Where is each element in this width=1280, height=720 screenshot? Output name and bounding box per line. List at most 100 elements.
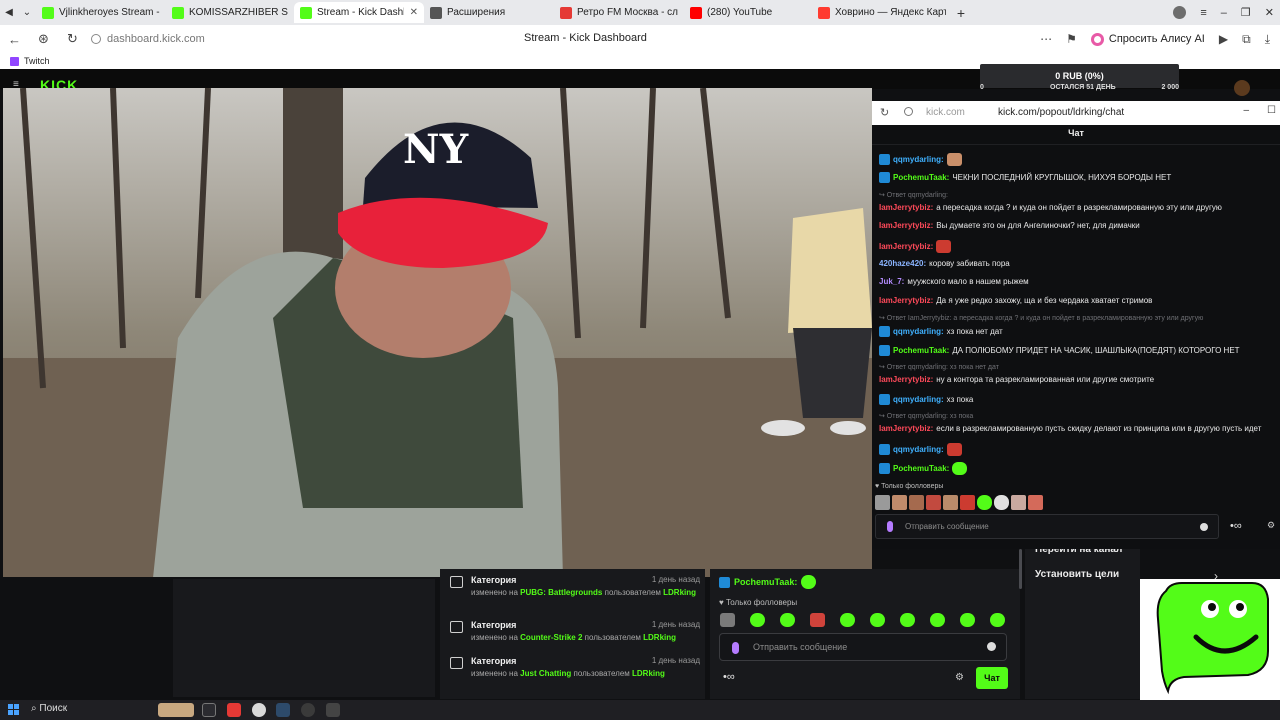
- emote-icon[interactable]: [977, 495, 992, 510]
- yandex-app-icon[interactable]: [227, 703, 241, 717]
- site-info-icon[interactable]: [904, 107, 913, 116]
- steam-icon[interactable]: [276, 703, 290, 717]
- downloads-icon[interactable]: ⤓: [1265, 32, 1270, 47]
- collections-icon[interactable]: ⧉: [1242, 32, 1251, 47]
- task-view-icon[interactable]: [202, 703, 216, 717]
- emote-icon[interactable]: [810, 613, 825, 627]
- microphone-icon[interactable]: [887, 521, 893, 532]
- points-icon[interactable]: •∞: [723, 671, 735, 683]
- emote-icon[interactable]: [892, 495, 907, 510]
- back-icon[interactable]: ←: [0, 32, 29, 47]
- chat-message: qqmydarling: хз пока: [879, 393, 1279, 405]
- browser-tab[interactable]: Ретро FM Москва - слуш: [554, 2, 684, 23]
- emote-icon[interactable]: [994, 495, 1009, 510]
- activity-user[interactable]: LDRking: [663, 588, 696, 597]
- windows-start-icon[interactable]: [8, 704, 19, 715]
- reload-icon[interactable]: ↻: [58, 31, 87, 47]
- emote-icon[interactable]: [720, 613, 735, 627]
- taskbar-search[interactable]: ⌕ Поиск: [31, 703, 67, 714]
- emote-icon[interactable]: [840, 613, 855, 627]
- mini-chat-username[interactable]: PochemuTaak:: [734, 577, 797, 587]
- emote-icon[interactable]: [960, 495, 975, 510]
- emoji-icon[interactable]: [987, 642, 996, 651]
- popout-url[interactable]: kick.com/popout/ldrking/chat: [998, 107, 1124, 118]
- activity-category[interactable]: Counter-Strike 2: [520, 633, 582, 642]
- new-tab-icon[interactable]: +: [952, 5, 970, 21]
- scrollbar[interactable]: [1019, 549, 1022, 589]
- chat-username[interactable]: PochemuTaak:: [893, 173, 949, 182]
- close-icon[interactable]: ✕: [1265, 6, 1274, 19]
- emote-icon[interactable]: [930, 613, 945, 627]
- emote-icon[interactable]: [875, 495, 890, 510]
- ask-alice-button[interactable]: Спросить Алису AI: [1090, 32, 1205, 46]
- activity-user[interactable]: LDRking: [643, 633, 676, 642]
- url-text[interactable]: dashboard.kick.com: [107, 33, 205, 45]
- bookmark-icon[interactable]: ⚑: [1066, 32, 1077, 46]
- chat-username[interactable]: IamJerrytybiz:: [879, 242, 933, 251]
- browser-tab[interactable]: KOMISSARZHIBER S: [166, 2, 294, 23]
- microphone-icon[interactable]: [732, 642, 739, 654]
- browser-tab[interactable]: Vjlinkheroyes Stream - Wa: [36, 2, 166, 23]
- browser-tab[interactable]: Ховрино — Яндекс Карт: [812, 2, 952, 23]
- emote-icon[interactable]: [960, 613, 975, 627]
- emoji-icon[interactable]: [1200, 523, 1208, 531]
- chat-username[interactable]: 420haze420:: [879, 259, 926, 268]
- emote-icon[interactable]: [943, 495, 958, 510]
- emote-icon[interactable]: [909, 495, 924, 510]
- chat-username[interactable]: IamJerrytybiz:: [879, 375, 933, 384]
- points-icon[interactable]: •∞: [1230, 520, 1242, 532]
- chat-username[interactable]: qqmydarling:: [893, 327, 944, 336]
- media-icon[interactable]: ▶: [1219, 32, 1228, 46]
- emote-icon[interactable]: [900, 613, 915, 627]
- stream-video[interactable]: NY: [3, 88, 872, 577]
- emote-icon[interactable]: [750, 613, 765, 627]
- settings-icon[interactable]: [326, 703, 340, 717]
- reload-icon[interactable]: ↻: [880, 106, 889, 119]
- more-icon[interactable]: ⋯: [1040, 32, 1052, 46]
- browser-tab[interactable]: (280) YouTube: [684, 2, 812, 23]
- minimize-icon[interactable]: –: [1221, 7, 1227, 19]
- chat-username[interactable]: IamJerrytybiz:: [879, 296, 933, 305]
- set-goals-link[interactable]: Установить цели: [1035, 569, 1119, 580]
- activity-category[interactable]: Just Chatting: [520, 669, 571, 678]
- user-avatar[interactable]: [1234, 80, 1250, 96]
- chat-username[interactable]: qqmydarling:: [893, 155, 944, 164]
- chat-username[interactable]: qqmydarling:: [893, 445, 944, 454]
- chat-send-button[interactable]: Чат: [976, 667, 1008, 689]
- gear-icon[interactable]: ⚙: [955, 672, 964, 683]
- speaker-icon[interactable]: ◀: [0, 7, 18, 18]
- restore-icon[interactable]: ☐: [1267, 105, 1276, 116]
- menu-icon[interactable]: ≡: [1200, 7, 1206, 19]
- emote-icon[interactable]: [990, 613, 1005, 627]
- chat-username[interactable]: Juk_7:: [879, 277, 904, 286]
- yandex-browser-icon[interactable]: [252, 703, 266, 717]
- bookmark-twitch[interactable]: Twitch: [24, 56, 50, 66]
- widgets-icon[interactable]: [158, 703, 194, 717]
- chat-username[interactable]: IamJerrytybiz:: [879, 221, 933, 230]
- close-tab-icon[interactable]: ✕: [410, 7, 418, 18]
- emote-icon[interactable]: [780, 613, 795, 627]
- clock-app-icon[interactable]: [301, 703, 315, 717]
- restore-icon[interactable]: ❐: [1241, 6, 1251, 19]
- chat-username[interactable]: qqmydarling:: [893, 395, 944, 404]
- activity-category[interactable]: PUBG: Battlegrounds: [520, 588, 602, 597]
- emote-icon[interactable]: [870, 613, 885, 627]
- emote-icon[interactable]: [926, 495, 941, 510]
- emote-icon[interactable]: [1028, 495, 1043, 510]
- minimize-icon[interactable]: –: [1243, 105, 1249, 116]
- browser-tab[interactable]: Расширения: [424, 2, 554, 23]
- popout-chat-input[interactable]: Отправить сообщение: [875, 514, 1219, 539]
- chat-username[interactable]: IamJerrytybiz:: [879, 203, 933, 212]
- activity-user[interactable]: LDRking: [632, 669, 665, 678]
- site-info-icon[interactable]: [91, 34, 101, 44]
- chat-username[interactable]: IamJerrytybiz:: [879, 424, 933, 433]
- chat-username[interactable]: PochemuTaak:: [893, 464, 949, 473]
- emote-icon[interactable]: [1011, 495, 1026, 510]
- browser-tab[interactable]: Stream - Kick Dashboar ✕: [294, 2, 424, 23]
- profile-avatar[interactable]: [1173, 6, 1187, 19]
- gear-icon[interactable]: ⚙: [1267, 520, 1275, 531]
- chat-username[interactable]: PochemuTaak:: [893, 346, 949, 355]
- tab-list-icon[interactable]: ⌄: [18, 7, 36, 18]
- mini-chat-input[interactable]: Отправить сообщение: [719, 633, 1007, 661]
- yandex-icon[interactable]: ⊛: [29, 31, 58, 47]
